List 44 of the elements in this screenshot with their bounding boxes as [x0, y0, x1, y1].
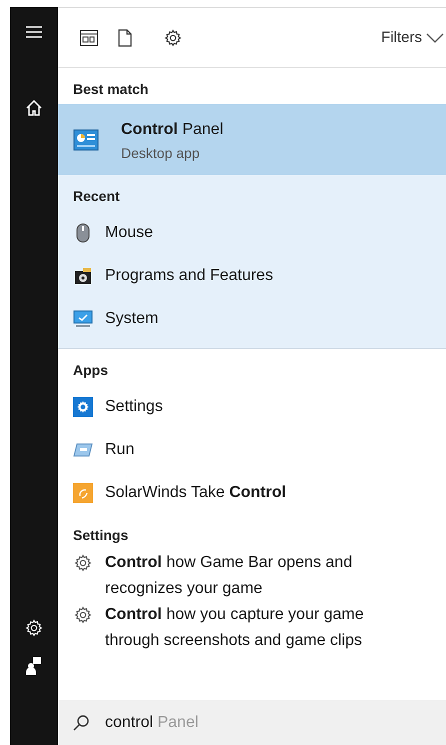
monitor-icon [73, 310, 93, 328]
result-item[interactable]: Settings [58, 385, 446, 428]
menu-icon [26, 26, 42, 38]
disc-box-icon [74, 266, 92, 284]
result-item[interactable]: Control how you capture your game through screenshots and game clips [58, 602, 446, 654]
window-icon [80, 30, 98, 46]
home-icon [26, 100, 42, 116]
document-icon [118, 28, 132, 46]
result-item[interactable]: System [58, 297, 446, 340]
result-title: Settings [105, 396, 163, 416]
settings-icon [73, 396, 93, 416]
result-item[interactable]: SolarWinds Take Control [58, 471, 446, 514]
people-icon [26, 657, 42, 675]
section-header: Settings [72, 526, 130, 545]
result-item[interactable]: Run [58, 428, 446, 471]
autocomplete-suggestion: Panel [157, 714, 198, 730]
gear-icon [25, 619, 43, 637]
gear-icon [164, 28, 182, 46]
result-title: System [105, 308, 158, 328]
result-title: Programs and Features [105, 266, 274, 286]
search-input[interactable]: control Panel [105, 714, 198, 732]
search-box[interactable]: control Panel [58, 700, 446, 745]
result-subtitle: Desktop app [121, 144, 201, 160]
result-item[interactable]: Programs and Features [58, 254, 446, 297]
filters-dropdown[interactable]: Filters [381, 29, 446, 46]
result-title: Mouse [105, 222, 154, 242]
solarwinds-icon [73, 482, 93, 502]
result-item[interactable]: Control Panel Desktop app [58, 104, 446, 175]
gear-icon [74, 606, 92, 624]
section-header: Recent [72, 187, 121, 206]
result-title: Control Panel [121, 120, 224, 140]
chevron-down-icon [426, 32, 444, 42]
section-header: Apps [72, 361, 109, 380]
result-title: SolarWinds Take Control [105, 482, 286, 502]
run-icon [73, 442, 93, 456]
section-header: Best match [72, 80, 150, 99]
result-title: Control how you capture your game through screenshots and game clips [105, 605, 365, 651]
settings-button[interactable] [23, 617, 45, 639]
result-item[interactable]: Mouse [58, 211, 446, 254]
gear-icon [74, 554, 92, 572]
search-icon [73, 714, 89, 730]
result-title: Run [105, 440, 134, 460]
control-panel-icon [73, 128, 99, 150]
mouse-icon [76, 222, 90, 242]
